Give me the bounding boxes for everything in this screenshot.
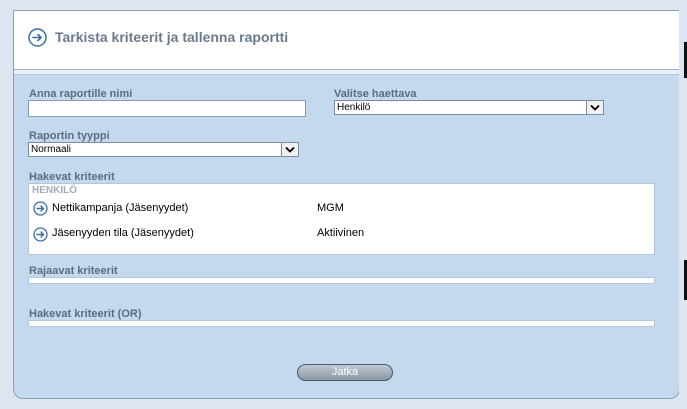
or-criteria-box <box>28 320 655 327</box>
circle-arrow-right-icon[interactable] <box>33 227 48 242</box>
panel-header: Tarkista kriteerit ja tallenna raportti <box>14 11 679 70</box>
report-type-label: Raportin tyyppi <box>29 130 110 142</box>
continue-button[interactable]: Jatka <box>297 364 393 381</box>
search-target-dropdown-button[interactable] <box>586 101 603 114</box>
window-edge <box>679 10 687 409</box>
criteria-item-value: MGM <box>317 202 344 214</box>
criteria-item-name: Jäsenyyden tila (Jäsenyydet) <box>52 227 194 239</box>
report-panel: Tarkista kriteerit ja tallenna raportti … <box>13 10 680 399</box>
page-title: Tarkista kriteerit ja tallenna raportti <box>55 29 289 45</box>
circle-arrow-right-icon <box>28 28 47 47</box>
report-name-label: Anna raportille nimi <box>29 88 133 100</box>
circle-arrow-right-icon[interactable] <box>33 201 48 216</box>
or-criteria-label: Hakevat kriteerit (OR) <box>29 308 142 320</box>
report-type-dropdown-button[interactable] <box>281 143 298 156</box>
report-type-select[interactable]: Normaali <box>28 142 299 157</box>
search-criteria-label: Hakevat kriteerit <box>29 171 115 183</box>
report-name-input[interactable] <box>28 100 306 117</box>
limiting-criteria-label: Rajaavat kriteerit <box>29 265 118 277</box>
search-target-label: Valitse haettava <box>334 88 417 100</box>
header-separator <box>14 70 679 75</box>
criteria-item-value: Aktiivinen <box>317 227 365 239</box>
criteria-item-name: Nettikampanja (Jäsenyydet) <box>52 202 189 214</box>
limiting-criteria-box <box>28 277 655 284</box>
report-type-value: Normaali <box>31 144 72 155</box>
search-target-select[interactable]: Henkilö <box>334 100 604 115</box>
chevron-down-icon <box>285 146 295 153</box>
search-target-value: Henkilö <box>337 102 371 113</box>
criteria-group-label: HENKILÖ <box>32 185 77 196</box>
search-criteria-box <box>28 183 655 255</box>
chevron-down-icon <box>590 104 600 111</box>
